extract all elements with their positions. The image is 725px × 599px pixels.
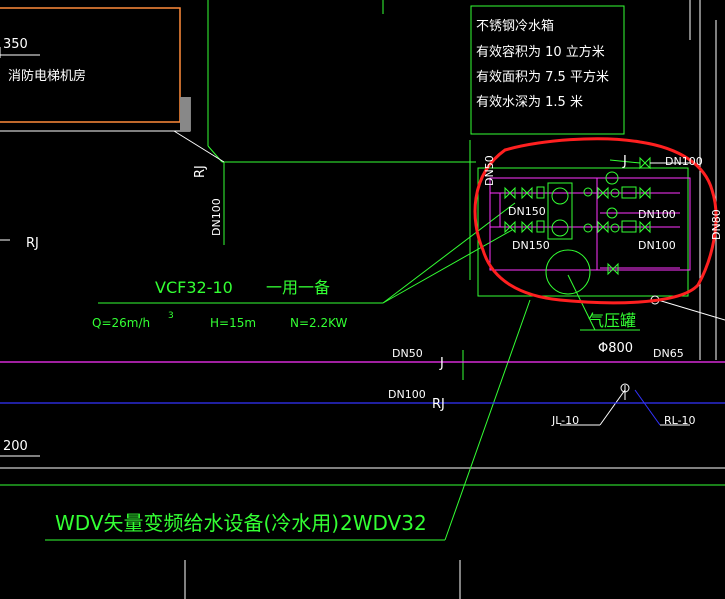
jl10-label: JL-10 <box>551 414 579 427</box>
flow-superscript: 3 <box>168 311 174 321</box>
elevation-200: 200 <box>3 439 28 454</box>
tank-volume: 有效容积为 10 立方米 <box>476 44 605 60</box>
j-label-top: J <box>622 154 627 169</box>
tank-title: 不锈钢冷水箱 <box>476 18 554 34</box>
equipment-model: 2WDV32 <box>340 511 427 535</box>
rl10-label: RL-10 <box>664 414 696 427</box>
drawing-canvas: 350 消防电梯机房 不锈钢冷水箱 有效容积为 10 立方米 有效面积为 7.5… <box>0 0 725 599</box>
rj-label-left: RJ <box>26 236 39 251</box>
flow-rate: Q=26m/h <box>92 316 150 330</box>
dn100-top-right: DN100 <box>665 155 703 168</box>
pump-model: VCF32-10 <box>155 278 233 297</box>
j-label-main: J <box>439 356 444 371</box>
dn80-vertical: DN80 <box>710 209 723 240</box>
pump-note: 一用一备 <box>266 278 330 297</box>
rj-label-main: RJ <box>432 397 445 412</box>
dn100-lower: DN100 <box>638 239 676 252</box>
room-name: 消防电梯机房 <box>8 68 86 84</box>
elevator-room: 350 消防电梯机房 <box>0 7 191 132</box>
dn150-upper: DN150 <box>508 205 546 218</box>
water-tank: 不锈钢冷水箱 有效容积为 10 立方米 有效面积为 7.5 平方米 有效水深为 … <box>470 5 625 135</box>
mains <box>0 361 725 404</box>
equipment-title-text: WDV矢量变频给水设备(冷水用) <box>55 511 339 535</box>
rj-label-vertical: RJ <box>193 165 208 178</box>
dn100-upper: DN100 <box>638 208 676 221</box>
tank-depth: 有效水深为 1.5 米 <box>476 95 583 110</box>
dn100-horizontal: DN100 <box>388 388 426 401</box>
equipment-title: WDV矢量变频给水设备(冷水用) 2WDV32 <box>55 511 427 535</box>
pipe-lines <box>0 0 725 599</box>
dn50-vertical: DN50 <box>483 155 496 186</box>
tank-area: 有效面积为 7.5 平方米 <box>476 69 609 85</box>
vessel-label: 气压罐 <box>588 311 636 330</box>
pump-head: H=15m <box>210 316 256 330</box>
room-elevation: 350 <box>3 37 28 52</box>
dn50-horizontal: DN50 <box>392 347 423 360</box>
dn65-label: DN65 <box>653 347 684 360</box>
dn150-lower: DN150 <box>512 239 550 252</box>
pump-power: N=2.2KW <box>290 316 348 330</box>
vessel-diameter: Φ800 <box>598 341 633 356</box>
dn100-vertical: DN100 <box>210 198 223 236</box>
